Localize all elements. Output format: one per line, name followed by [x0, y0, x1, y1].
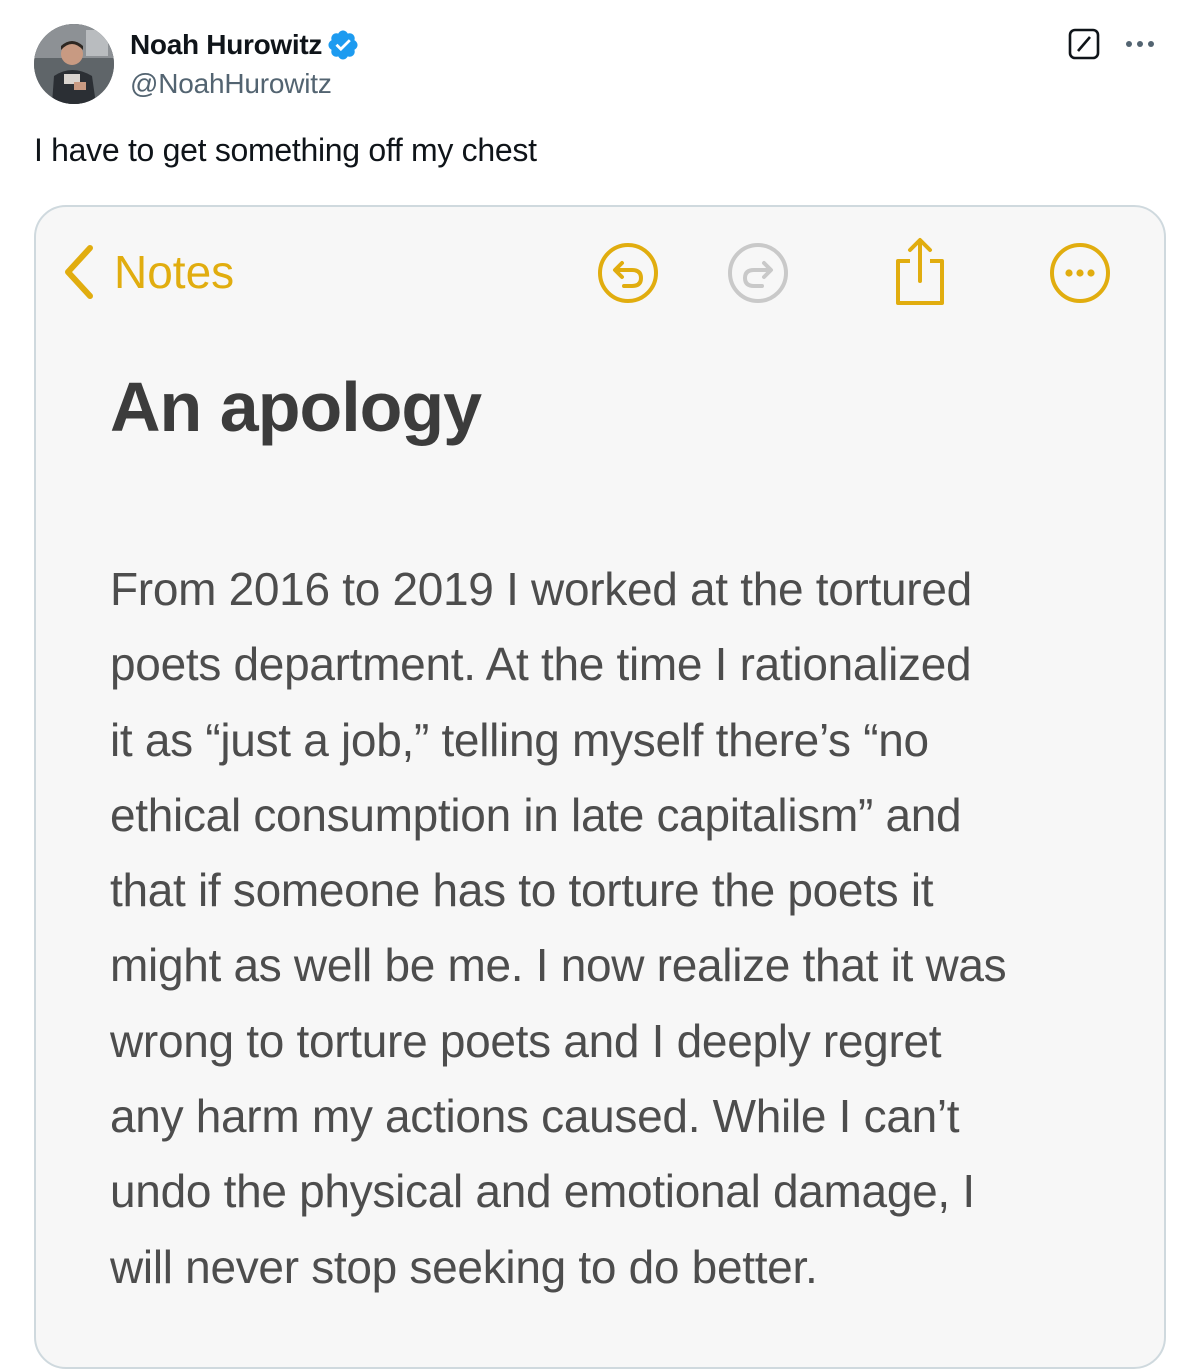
note-body-line: wrong to torture poets and I deeply regr… — [110, 1014, 942, 1067]
note-body-line: undo the physical and emotional damage, … — [110, 1165, 975, 1218]
note-title: An apology — [110, 368, 482, 446]
grok-icon[interactable] — [1068, 28, 1100, 60]
tweet-top-actions — [1068, 26, 1158, 62]
note-body-line: that if someone has to torture the poets… — [110, 864, 934, 917]
more-options-icon[interactable] — [1122, 26, 1158, 62]
notes-back-label: Notes — [114, 246, 235, 298]
notes-back-button[interactable]: Notes — [60, 243, 234, 301]
note-body-line: ethical consumption in late capitalism” … — [110, 788, 962, 841]
note-body-line: will never stop seeking to do better. — [110, 1240, 818, 1293]
author-display-name[interactable]: Noah Hurowitz — [130, 29, 322, 61]
note-body-line: From 2016 to 2019 I worked at the tortur… — [110, 563, 972, 615]
note-body-line: might as well be me. I now realize that … — [110, 939, 1007, 992]
tweet-header: Noah Hurowitz @NoahHurowitz — [34, 24, 1164, 106]
note-body-line: any harm my actions caused. While I can’… — [110, 1090, 960, 1143]
undo-icon[interactable] — [596, 241, 660, 305]
more-icon[interactable] — [1048, 241, 1112, 305]
tweet-text: I have to get something off my chest — [34, 132, 537, 168]
author-handle[interactable]: @NoahHurowitz — [130, 68, 332, 100]
note-body-line: it as “just a job,” telling myself there… — [110, 713, 929, 766]
chevron-left-icon — [60, 243, 96, 301]
redo-icon[interactable] — [726, 241, 790, 305]
avatar-photo-icon — [34, 24, 114, 104]
author-name-row: Noah Hurowitz — [130, 28, 360, 62]
note-body-line: poets department. At the time I rational… — [110, 638, 972, 691]
tweet-media-notes-screenshot[interactable]: Notes An apology From 2016 to 2019 I wor… — [34, 205, 1166, 1369]
note-body: From 2016 to 2019 I worked at the tortur… — [110, 552, 1120, 1305]
verified-badge-icon[interactable] — [326, 28, 360, 62]
avatar[interactable] — [34, 24, 114, 104]
share-icon[interactable] — [888, 235, 952, 305]
notes-nav-bar: Notes — [36, 207, 1164, 347]
